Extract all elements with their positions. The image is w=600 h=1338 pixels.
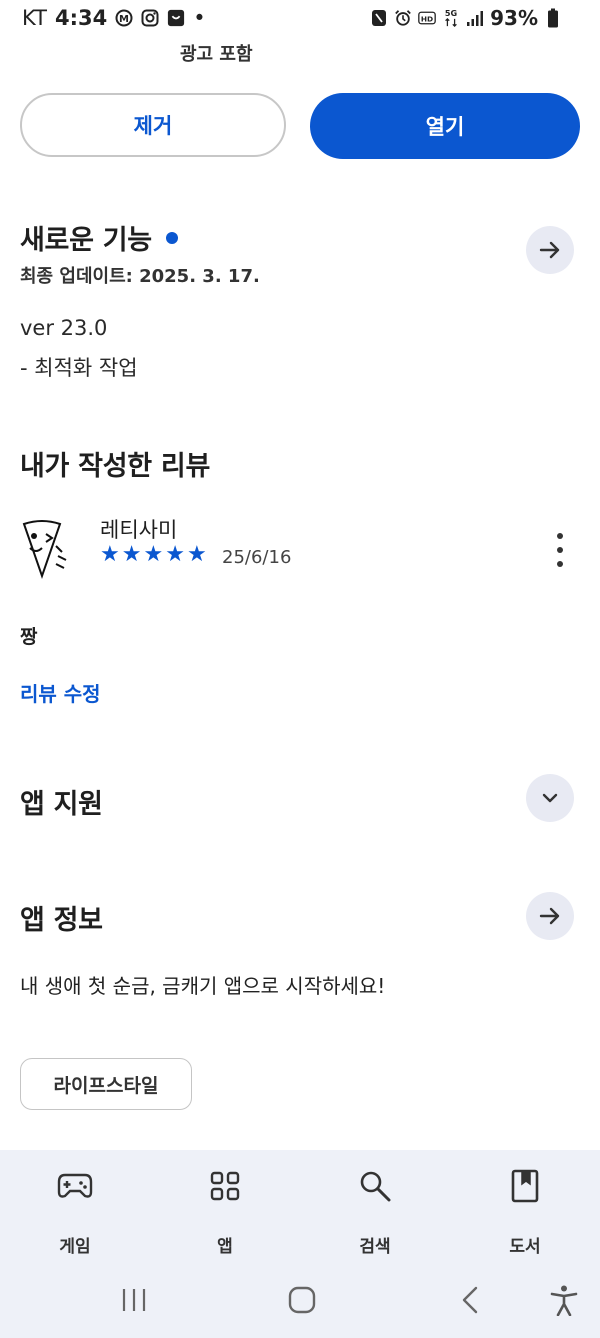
clock: 4:34 [54,6,108,30]
status-bar-left: KT 4:34 M • [22,5,206,31]
svg-text:HD: HD [421,14,433,23]
category-chip[interactable]: 라이프스타일 [20,1058,192,1110]
app-support-expand-button[interactable] [526,774,574,822]
change-note: - 최적화 작업 [20,356,138,380]
arrow-right-icon [539,241,560,259]
gamepad-icon [55,1166,95,1206]
svg-text:M: M [119,14,129,25]
app-description: 내 생애 첫 순금, 금캐기 앱으로 시작하세요! [20,974,386,998]
5g-icon: 5G [442,8,460,27]
alarm-icon [394,9,412,27]
apps-grid-icon [205,1166,245,1206]
whats-new-arrow-button[interactable] [526,226,574,274]
star-icon: ★ [186,542,207,567]
star-icon: ★ [143,542,164,567]
reviewer-avatar [18,516,72,580]
nfc-icon [370,9,388,27]
accessibility-icon[interactable] [544,1280,584,1320]
whats-new-header[interactable]: 새로운 기능 [20,218,178,257]
status-bar: KT 4:34 M • HD 5G 93% [0,0,600,36]
app-info-arrow-button[interactable] [526,892,574,940]
review-text: 짱 [20,626,38,648]
m-circle-icon: M [115,9,133,27]
chevron-down-icon [542,793,558,803]
arrow-right-icon [539,907,560,925]
back-icon[interactable] [450,1280,490,1320]
nav-books[interactable]: 도서 [475,1166,575,1257]
shopping-bag-icon [167,9,185,27]
hd-icon: HD [418,9,436,27]
battery-percent: 93% [490,6,538,30]
nav-games-label: 게임 [59,1237,91,1257]
bottom-navigation: 게임 앱 검색 도서 [0,1150,600,1260]
carrier-label: KT [22,6,47,30]
svg-text:5G: 5G [445,8,458,18]
nav-search-label: 검색 [359,1237,391,1257]
uninstall-button[interactable]: 제거 [20,93,286,157]
instagram-icon [141,9,159,27]
reviewer-name: 레티사미 [100,518,178,542]
star-rating: ★ ★ ★ ★ ★ [100,544,207,566]
star-icon: ★ [100,542,120,567]
notification-dot: • [193,6,206,30]
book-icon [505,1166,545,1206]
app-support-title[interactable]: 앱 지원 [20,782,103,821]
version-text: ver 23.0 [20,316,108,340]
system-navigation-bar [0,1260,600,1338]
whats-new-title: 새로운 기능 [20,225,152,256]
nav-search[interactable]: 검색 [325,1166,425,1257]
new-indicator-dot [165,231,178,244]
star-icon: ★ [121,542,142,567]
contains-ads-note: 광고 포함 [180,44,253,65]
nav-books-label: 도서 [509,1237,541,1257]
battery-icon [544,8,562,28]
open-button[interactable]: 열기 [310,93,580,159]
recent-apps-icon[interactable] [114,1280,154,1320]
search-icon [355,1166,395,1206]
nav-apps-label: 앱 [217,1237,233,1257]
edit-review-link[interactable]: 리뷰 수정 [20,678,101,707]
last-updated-date: 최종 업데이트: 2025. 3. 17. [20,266,260,287]
app-info-title[interactable]: 앱 정보 [20,898,103,937]
star-icon: ★ [165,542,185,567]
more-options-icon[interactable] [548,533,572,567]
home-icon[interactable] [282,1280,322,1320]
nav-games[interactable]: 게임 [25,1166,125,1257]
status-bar-right: HD 5G 93% [370,5,562,31]
review-date: 25/6/16 [222,547,292,568]
nav-apps[interactable]: 앱 [175,1166,275,1257]
signal-icon [466,9,484,27]
my-review-title: 내가 작성한 리뷰 [20,451,210,482]
